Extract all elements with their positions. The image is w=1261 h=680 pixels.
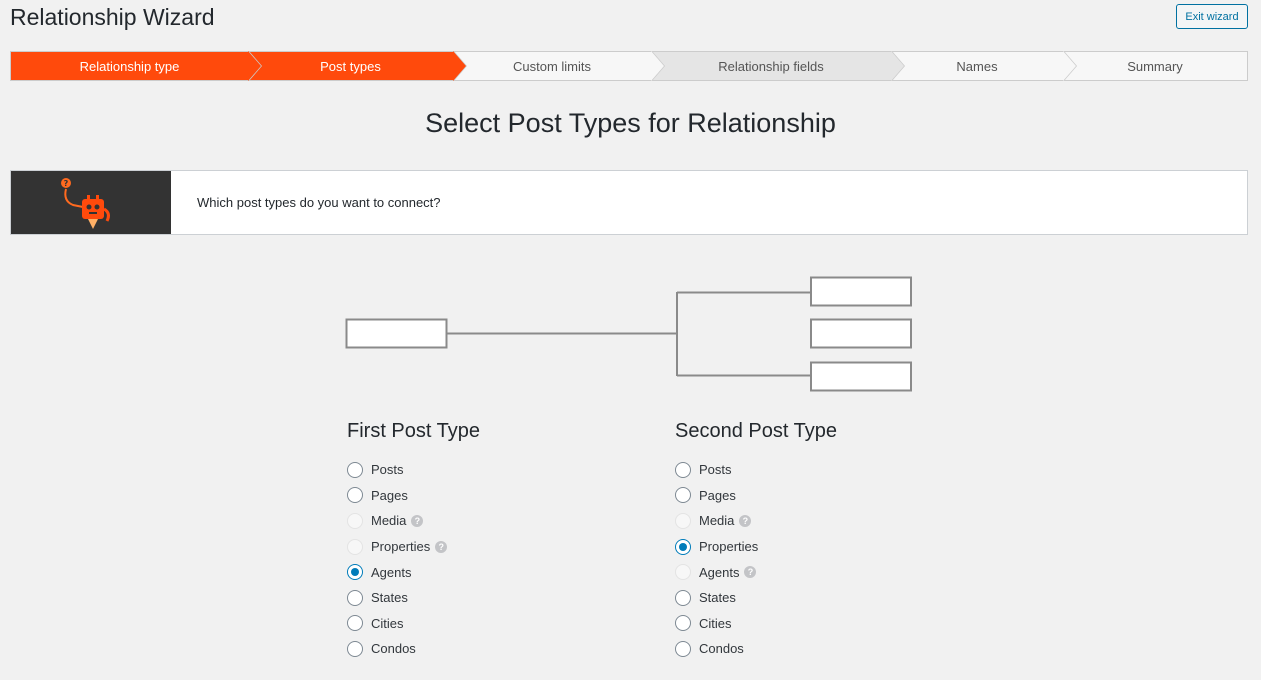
radio-button[interactable]: [675, 615, 691, 632]
radio-label: Cities: [371, 615, 404, 631]
page-title: Relationship Wizard: [10, 4, 215, 30]
diagram-second-box: [810, 276, 912, 307]
radio-label: Agents: [371, 564, 412, 580]
radio-label: Pages: [371, 487, 408, 503]
help-icon[interactable]: ?: [744, 566, 757, 579]
radio-option-cities[interactable]: Cities: [675, 611, 837, 637]
radio-button[interactable]: [675, 538, 691, 555]
radio-label: Media: [699, 513, 735, 529]
radio-button[interactable]: [347, 564, 363, 581]
step-label: Custom limits: [512, 58, 591, 74]
wizard-steps: Relationship type Post types Custom limi…: [10, 51, 1248, 81]
radio-label: Pages: [699, 487, 736, 503]
second-post-type-group: Second Post Type Posts Pages Media? Propert…: [675, 420, 837, 662]
radio-button: [347, 512, 363, 529]
step-arrow: [453, 51, 466, 81]
diagram-second-box: [810, 318, 912, 349]
svg-text:?: ?: [64, 179, 69, 188]
second-post-type-heading: Second Post Type: [675, 420, 837, 442]
step-custom-limits[interactable]: Custom limits: [453, 51, 665, 81]
step-post-types[interactable]: Post types: [248, 51, 467, 81]
radio-option-pages[interactable]: Pages: [347, 483, 480, 509]
help-icon[interactable]: ?: [435, 540, 448, 553]
radio-label: Posts: [699, 462, 732, 478]
radio-label: Cities: [699, 615, 732, 631]
radio-label: Properties: [699, 539, 759, 555]
radio-option-condos[interactable]: Condos: [675, 636, 837, 662]
help-icon[interactable]: ?: [739, 514, 752, 527]
radio-button[interactable]: [675, 487, 691, 504]
radio-option-properties[interactable]: Properties: [675, 534, 837, 560]
step-arrow: [248, 51, 261, 81]
radio-label: Media: [371, 513, 407, 529]
radio-option-states[interactable]: States: [347, 585, 480, 611]
step-names[interactable]: Names: [891, 51, 1077, 81]
radio-button: [347, 538, 363, 555]
radio-label: Properties: [371, 539, 431, 555]
step-label: Relationship type: [79, 58, 180, 74]
first-post-type-group: First Post Type Posts Pages Media? Properti…: [347, 420, 480, 662]
exit-wizard-button[interactable]: Exit wizard: [1176, 4, 1248, 29]
radio-option-media: Media?: [675, 508, 837, 534]
radio-option-posts[interactable]: Posts: [347, 457, 480, 483]
relationship-diagram: [345, 276, 912, 392]
intro-box: ? Which post types do you want to connec…: [10, 170, 1248, 235]
radio-button[interactable]: [347, 487, 363, 504]
step-label: Names: [956, 58, 998, 74]
step-arrow: [651, 51, 664, 81]
radio-button[interactable]: [347, 640, 363, 657]
step-label: Relationship fields: [718, 58, 824, 74]
radio-option-posts[interactable]: Posts: [675, 457, 837, 483]
intro-question: Which post types do you want to connect?: [197, 195, 441, 210]
radio-option-agents[interactable]: Agents: [347, 559, 480, 585]
step-label: Summary: [1127, 58, 1183, 74]
radio-option-states[interactable]: States: [675, 585, 837, 611]
radio-option-cities[interactable]: Cities: [347, 611, 480, 637]
step-arrow: [1063, 51, 1076, 81]
radio-button[interactable]: [347, 615, 363, 632]
diagram-first-box: [345, 318, 448, 349]
section-heading: Select Post Types for Relationship: [425, 108, 836, 138]
radio-option-media: Media?: [347, 508, 480, 534]
radio-label: Condos: [371, 641, 416, 657]
help-icon[interactable]: ?: [411, 514, 424, 527]
radio-label: Agents: [699, 564, 740, 580]
radio-button[interactable]: [675, 589, 691, 606]
radio-button[interactable]: [675, 640, 691, 657]
step-relationship-fields[interactable]: Relationship fields: [651, 51, 905, 81]
radio-option-pages[interactable]: Pages: [675, 483, 837, 509]
step-relationship-type[interactable]: Relationship type: [11, 51, 262, 81]
radio-option-agents: Agents?: [675, 559, 837, 585]
first-post-type-heading: First Post Type: [347, 420, 481, 442]
step-summary[interactable]: Summary: [1063, 52, 1247, 80]
radio-label: Condos: [699, 641, 744, 657]
diagram-second-box: [810, 361, 912, 392]
radio-button: [675, 564, 691, 581]
radio-button[interactable]: [347, 589, 363, 606]
radio-button[interactable]: [675, 461, 691, 478]
radio-label: States: [699, 590, 736, 606]
radio-button[interactable]: [347, 461, 363, 478]
radio-option-properties: Properties?: [347, 534, 480, 560]
wizard-robot-icon: ?: [11, 171, 171, 234]
radio-label: Posts: [371, 462, 404, 478]
step-label: Post types: [320, 58, 381, 74]
radio-option-condos[interactable]: Condos: [347, 636, 480, 662]
radio-button: [675, 512, 691, 529]
radio-label: States: [371, 590, 408, 606]
step-arrow: [891, 51, 904, 81]
